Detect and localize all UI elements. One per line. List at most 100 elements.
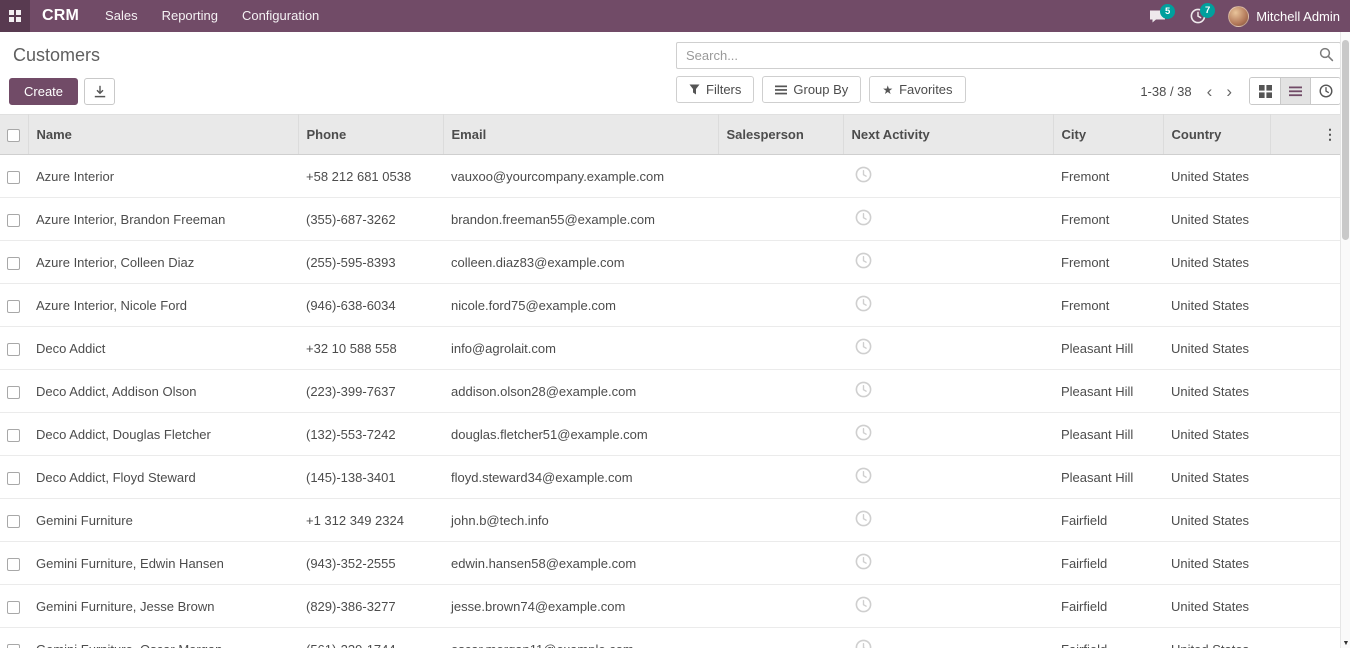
row-checkbox[interactable] xyxy=(7,214,20,227)
cell-next-activity[interactable] xyxy=(843,628,1053,648)
export-button[interactable] xyxy=(84,78,115,105)
row-checkbox[interactable] xyxy=(7,558,20,571)
cell-name[interactable]: Gemini Furniture xyxy=(28,499,298,542)
table-row[interactable]: Azure Interior, Colleen Diaz(255)-595-83… xyxy=(0,241,1350,284)
favorites-button[interactable]: ★ Favorites xyxy=(869,76,965,103)
cell-country[interactable]: United States xyxy=(1163,585,1270,628)
cell-name[interactable]: Deco Addict, Douglas Fletcher xyxy=(28,413,298,456)
row-checkbox[interactable] xyxy=(7,515,20,528)
cell-phone[interactable]: (829)-386-3277 xyxy=(298,585,443,628)
column-header-next-activity[interactable]: Next Activity xyxy=(843,115,1053,155)
cell-next-activity[interactable] xyxy=(843,327,1053,370)
cell-city[interactable]: Fairfield xyxy=(1053,499,1163,542)
cell-salesperson[interactable] xyxy=(718,327,843,370)
activity-clock-icon[interactable] xyxy=(855,295,872,312)
scrollbar-thumb[interactable] xyxy=(1342,40,1349,240)
cell-phone[interactable]: (946)-638-6034 xyxy=(298,284,443,327)
cell-email[interactable]: addison.olson28@example.com xyxy=(443,370,718,413)
cell-email[interactable]: floyd.steward34@example.com xyxy=(443,456,718,499)
cell-phone[interactable]: (561)-239-1744 xyxy=(298,628,443,648)
apps-menu-button[interactable] xyxy=(0,0,30,32)
row-checkbox[interactable] xyxy=(7,300,20,313)
cell-city[interactable]: Fremont xyxy=(1053,284,1163,327)
table-row[interactable]: Azure Interior+58 212 681 0538vauxoo@you… xyxy=(0,155,1350,198)
table-row[interactable]: Deco Addict+32 10 588 558info@agrolait.c… xyxy=(0,327,1350,370)
cell-next-activity[interactable] xyxy=(843,155,1053,198)
column-header-country[interactable]: Country xyxy=(1163,115,1270,155)
row-checkbox[interactable] xyxy=(7,472,20,485)
cell-phone[interactable]: +32 10 588 558 xyxy=(298,327,443,370)
row-checkbox[interactable] xyxy=(7,644,20,648)
cell-salesperson[interactable] xyxy=(718,284,843,327)
cell-salesperson[interactable] xyxy=(718,241,843,284)
cell-country[interactable]: United States xyxy=(1163,413,1270,456)
pager-next-button[interactable]: › xyxy=(1219,83,1239,100)
scrollbar-down-arrow[interactable]: ▼ xyxy=(1341,640,1350,647)
cell-email[interactable]: vauxoo@yourcompany.example.com xyxy=(443,155,718,198)
cell-email[interactable]: colleen.diaz83@example.com xyxy=(443,241,718,284)
activity-clock-icon[interactable] xyxy=(855,209,872,226)
menu-configuration[interactable]: Configuration xyxy=(230,0,331,32)
cell-city[interactable]: Fremont xyxy=(1053,241,1163,284)
cell-salesperson[interactable] xyxy=(718,628,843,648)
cell-city[interactable]: Pleasant Hill xyxy=(1053,456,1163,499)
row-checkbox[interactable] xyxy=(7,343,20,356)
cell-country[interactable]: United States xyxy=(1163,628,1270,648)
table-row[interactable]: Gemini Furniture+1 312 349 2324john.b@te… xyxy=(0,499,1350,542)
cell-phone[interactable]: (355)-687-3262 xyxy=(298,198,443,241)
cell-city[interactable]: Fairfield xyxy=(1053,585,1163,628)
menu-sales[interactable]: Sales xyxy=(93,0,150,32)
cell-name[interactable]: Deco Addict, Floyd Steward xyxy=(28,456,298,499)
cell-salesperson[interactable] xyxy=(718,585,843,628)
create-button[interactable]: Create xyxy=(9,78,78,105)
cell-email[interactable]: douglas.fletcher51@example.com xyxy=(443,413,718,456)
cell-name[interactable]: Gemini Furniture, Edwin Hansen xyxy=(28,542,298,585)
select-all-checkbox[interactable] xyxy=(7,129,20,142)
activity-clock-icon[interactable] xyxy=(855,596,872,613)
messages-button[interactable]: 5 xyxy=(1149,9,1166,24)
row-checkbox[interactable] xyxy=(7,386,20,399)
column-header-email[interactable]: Email xyxy=(443,115,718,155)
cell-phone[interactable]: +1 312 349 2324 xyxy=(298,499,443,542)
activity-clock-icon[interactable] xyxy=(855,338,872,355)
cell-salesperson[interactable] xyxy=(718,413,843,456)
search-icon[interactable] xyxy=(1319,47,1334,62)
cell-next-activity[interactable] xyxy=(843,370,1053,413)
cell-city[interactable]: Fairfield xyxy=(1053,542,1163,585)
cell-next-activity[interactable] xyxy=(843,198,1053,241)
column-header-city[interactable]: City xyxy=(1053,115,1163,155)
cell-next-activity[interactable] xyxy=(843,499,1053,542)
cell-email[interactable]: nicole.ford75@example.com xyxy=(443,284,718,327)
cell-next-activity[interactable] xyxy=(843,284,1053,327)
cell-city[interactable]: Pleasant Hill xyxy=(1053,370,1163,413)
cell-name[interactable]: Deco Addict xyxy=(28,327,298,370)
row-checkbox[interactable] xyxy=(7,601,20,614)
pager-previous-button[interactable]: ‹ xyxy=(1200,83,1220,100)
cell-email[interactable]: info@agrolait.com xyxy=(443,327,718,370)
cell-country[interactable]: United States xyxy=(1163,198,1270,241)
user-menu[interactable]: Mitchell Admin xyxy=(1228,6,1340,27)
row-checkbox[interactable] xyxy=(7,171,20,184)
cell-name[interactable]: Gemini Furniture, Jesse Brown xyxy=(28,585,298,628)
activity-clock-icon[interactable] xyxy=(855,510,872,527)
table-row[interactable]: Deco Addict, Douglas Fletcher(132)-553-7… xyxy=(0,413,1350,456)
table-row[interactable]: Deco Addict, Floyd Steward(145)-138-3401… xyxy=(0,456,1350,499)
cell-name[interactable]: Azure Interior, Nicole Ford xyxy=(28,284,298,327)
activity-clock-icon[interactable] xyxy=(855,252,872,269)
activity-clock-icon[interactable] xyxy=(855,467,872,484)
table-row[interactable]: Azure Interior, Nicole Ford(946)-638-603… xyxy=(0,284,1350,327)
cell-country[interactable]: United States xyxy=(1163,370,1270,413)
cell-email[interactable]: john.b@tech.info xyxy=(443,499,718,542)
cell-country[interactable]: United States xyxy=(1163,327,1270,370)
cell-email[interactable]: edwin.hansen58@example.com xyxy=(443,542,718,585)
cell-country[interactable]: United States xyxy=(1163,284,1270,327)
table-row[interactable]: Gemini Furniture, Jesse Brown(829)-386-3… xyxy=(0,585,1350,628)
cell-city[interactable]: Pleasant Hill xyxy=(1053,327,1163,370)
table-row[interactable]: Deco Addict, Addison Olson(223)-399-7637… xyxy=(0,370,1350,413)
table-row[interactable]: Azure Interior, Brandon Freeman(355)-687… xyxy=(0,198,1350,241)
activities-button[interactable]: 7 xyxy=(1190,8,1206,24)
cell-country[interactable]: United States xyxy=(1163,155,1270,198)
cell-city[interactable]: Pleasant Hill xyxy=(1053,413,1163,456)
cell-salesperson[interactable] xyxy=(718,456,843,499)
cell-name[interactable]: Azure Interior, Colleen Diaz xyxy=(28,241,298,284)
